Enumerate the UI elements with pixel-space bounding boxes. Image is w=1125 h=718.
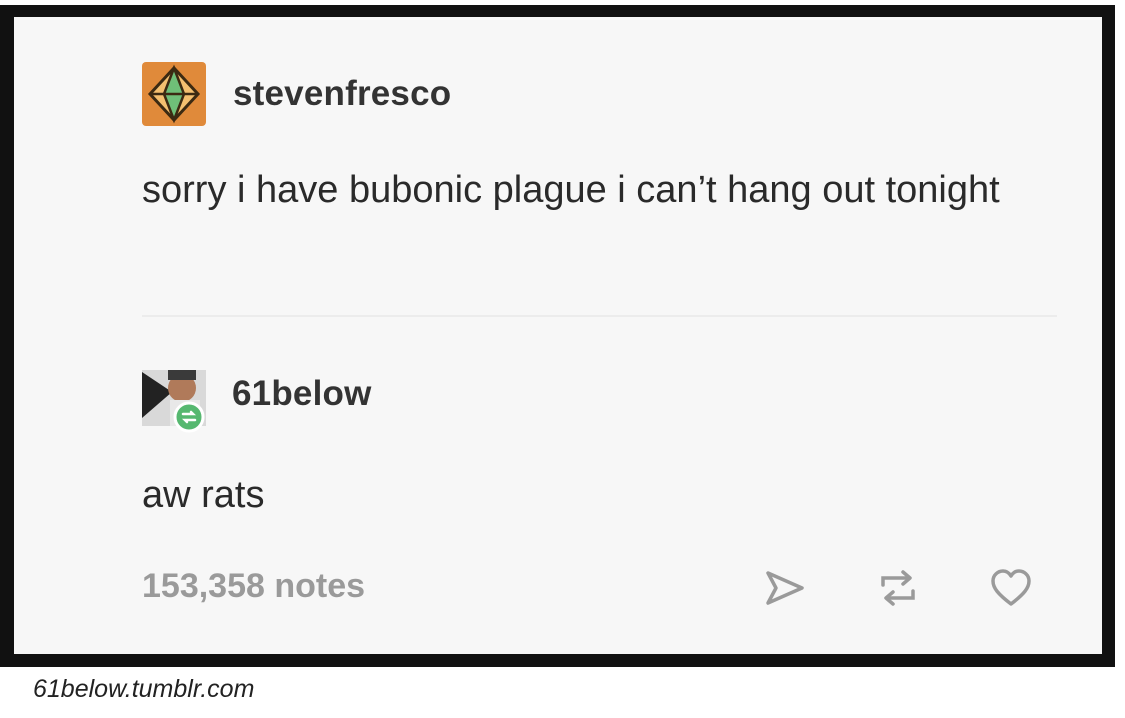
reblog-header: 61below [142, 362, 372, 433]
post-footer: 153,358 notes [142, 565, 1057, 611]
screenshot-frame: stevenfresco sorry i have bubonic plague… [0, 5, 1115, 667]
reblog-badge-icon [173, 401, 205, 433]
share-button[interactable] [762, 565, 808, 611]
reblog-avatar[interactable] [142, 362, 206, 433]
reblog-icon [881, 570, 915, 606]
like-button[interactable] [988, 565, 1034, 611]
op-header: stevenfresco [142, 62, 451, 126]
op-username[interactable]: stevenfresco [233, 74, 451, 114]
op-avatar[interactable] [142, 62, 206, 126]
reblog-username[interactable]: 61below [232, 374, 372, 414]
reblog-button[interactable] [875, 565, 921, 611]
reblog-text: aw rats [142, 474, 265, 516]
61below-avatar-icon [142, 370, 206, 433]
tumblr-post-card: stevenfresco sorry i have bubonic plague… [14, 17, 1102, 654]
divider [142, 315, 1057, 317]
notes-count[interactable]: 153,358 notes [142, 567, 365, 606]
op-post-text: sorry i have bubonic plague i can’t hang… [142, 169, 1000, 211]
share-icon [766, 571, 804, 605]
source-caption[interactable]: 61below.tumblr.com [33, 675, 254, 704]
heart-icon [991, 569, 1031, 606]
octahedron-icon [142, 62, 206, 126]
